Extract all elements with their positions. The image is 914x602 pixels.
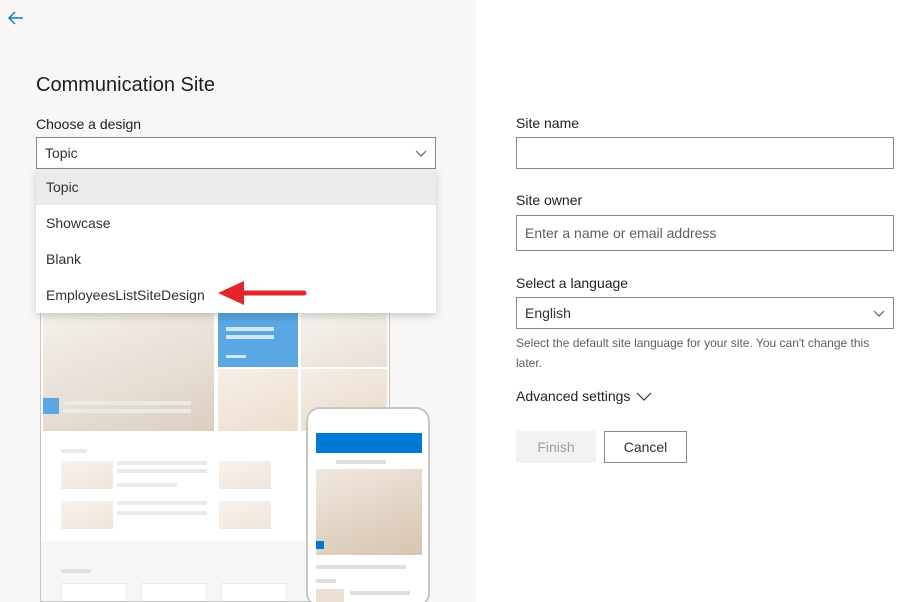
advanced-settings-label: Advanced settings bbox=[516, 388, 631, 404]
design-panel: Communication Site Choose a design Topic… bbox=[0, 0, 476, 602]
language-help-text: Select the default site language for you… bbox=[516, 336, 870, 370]
red-arrow-icon bbox=[218, 281, 307, 305]
design-option-showcase[interactable]: Showcase bbox=[36, 205, 436, 241]
site-name-field[interactable] bbox=[516, 137, 894, 169]
site-owner-field[interactable] bbox=[516, 215, 894, 251]
design-option-topic[interactable]: Topic bbox=[36, 169, 436, 205]
mobile-preview bbox=[306, 407, 430, 602]
page-title: Communication Site bbox=[36, 74, 215, 96]
site-name-label: Site name bbox=[516, 115, 580, 131]
site-owner-label: Site owner bbox=[516, 192, 583, 208]
design-dropdown-value: Topic bbox=[45, 145, 78, 161]
design-option-blank[interactable]: Blank bbox=[36, 241, 436, 277]
choose-design-label: Choose a design bbox=[36, 116, 142, 132]
chevron-down-icon bbox=[415, 150, 427, 157]
site-name-input[interactable] bbox=[517, 138, 893, 168]
language-dropdown-value: English bbox=[525, 305, 571, 321]
finish-button[interactable]: Finish bbox=[516, 431, 596, 463]
back-arrow-icon[interactable] bbox=[6, 8, 26, 28]
advanced-settings-toggle[interactable]: Advanced settings bbox=[516, 388, 652, 404]
chevron-down-icon bbox=[636, 392, 652, 401]
language-label: Select a language bbox=[516, 275, 629, 291]
language-dropdown[interactable]: English bbox=[516, 297, 894, 329]
design-dropdown[interactable]: Topic bbox=[36, 137, 436, 169]
cancel-button[interactable]: Cancel bbox=[604, 431, 687, 463]
chevron-down-icon bbox=[873, 310, 885, 317]
site-owner-input[interactable] bbox=[517, 216, 893, 250]
